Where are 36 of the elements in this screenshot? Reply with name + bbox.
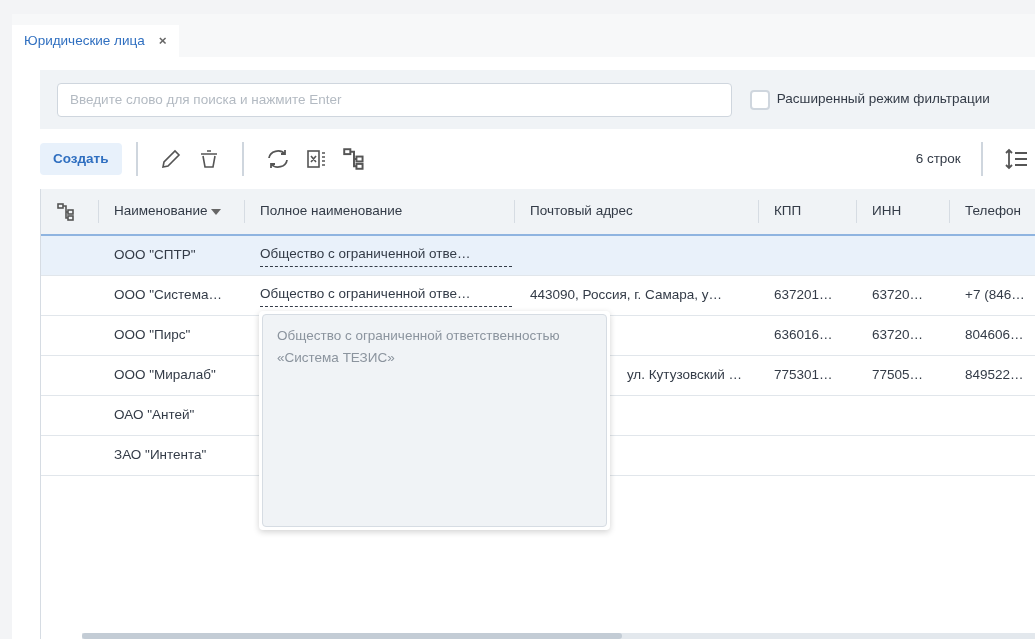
popover-text: Общество с ограниченной ответственностью «Система ТЕЗИС» bbox=[262, 314, 607, 527]
close-icon[interactable]: × bbox=[158, 30, 167, 52]
table-cell: 804606… bbox=[965, 327, 1024, 343]
table-cell: 77505… bbox=[872, 367, 924, 383]
tab[interactable]: Юридические лица × bbox=[12, 25, 179, 57]
table-cell[interactable]: Общество с ограниченной отве… bbox=[260, 283, 512, 308]
column-header[interactable]: Почтовый адрес bbox=[514, 188, 758, 235]
table-cell: ОАО "Антей" bbox=[114, 407, 195, 423]
table-cell: 849522… bbox=[965, 367, 1024, 383]
search-field[interactable]: Введите слово для поиска и нажмите Enter bbox=[57, 82, 732, 117]
table-cell: ООО "Система… bbox=[114, 287, 222, 303]
hierarchy-icon[interactable] bbox=[57, 202, 75, 221]
column-header[interactable]: Телефон bbox=[949, 188, 1035, 235]
table-cell: ООО "Миралаб" bbox=[114, 367, 216, 383]
table-cell: 636016… bbox=[774, 327, 833, 343]
checkbox-label: Расширенный режим фильтрации bbox=[776, 90, 990, 109]
column-header[interactable]: ИНН bbox=[856, 188, 949, 235]
horizontal-scrollbar[interactable] bbox=[82, 633, 1035, 639]
table-cell: ЗАО "Интента" bbox=[114, 447, 207, 463]
table-cell: 775301… bbox=[774, 367, 833, 383]
table-cell: ул. Кутузовский … bbox=[626, 367, 742, 383]
table-cell: 443090, Россия, г. Самара, у… bbox=[530, 287, 723, 303]
table-cell: ООО "Пирс" bbox=[114, 327, 191, 343]
column-header[interactable]: КПП bbox=[758, 188, 856, 235]
table-cell: +7 (846… bbox=[965, 287, 1025, 303]
column-header[interactable]: Полное наименование bbox=[244, 188, 514, 235]
create-button[interactable]: Создать bbox=[40, 143, 122, 175]
table-cell: 63720… bbox=[872, 327, 924, 343]
row-count: 6 строк bbox=[915, 149, 961, 168]
table-cell: ООО "СПТР" bbox=[114, 247, 196, 263]
table-cell: 637201… bbox=[774, 287, 833, 303]
table-cell[interactable]: Общество с ограниченной отве… bbox=[260, 243, 512, 268]
checkbox[interactable] bbox=[750, 89, 770, 110]
table-cell: 63720… bbox=[872, 287, 924, 303]
column-header[interactable]: Наименование bbox=[98, 188, 244, 235]
table-row[interactable]: ООО "СПТР" Общество с ограниченной отве… bbox=[41, 236, 1035, 276]
